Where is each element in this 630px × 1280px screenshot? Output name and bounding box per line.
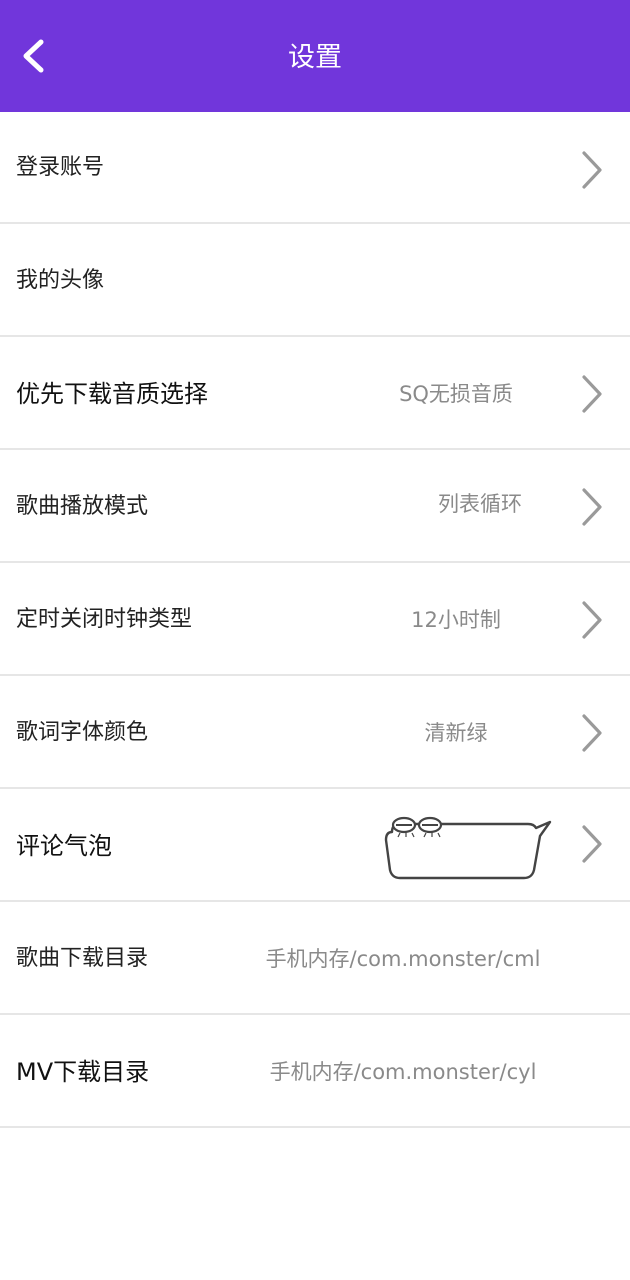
row-label: 登录账号 xyxy=(16,155,105,180)
settings-row-lyric-color[interactable]: 歌词字体颜色 清新绿 xyxy=(0,677,630,789)
page-title: 设置 xyxy=(288,42,342,73)
chevron-right-icon xyxy=(582,488,602,526)
row-value: 12小时制 xyxy=(411,608,501,632)
title-bar: 设置 xyxy=(0,0,630,112)
settings-row-mv-dir[interactable]: MV下载目录 手机内存/com.monster/cyl xyxy=(0,1016,630,1128)
row-label: 我的头像 xyxy=(16,268,105,293)
settings-row-timer-clock[interactable]: 定时关闭时钟类型 12小时制 xyxy=(0,564,630,676)
row-value: 手机内存/com.monster/cml xyxy=(265,947,541,971)
chevron-right-icon xyxy=(582,375,602,413)
settings-row-login[interactable]: 登录账号 xyxy=(0,112,630,224)
row-value: 清新绿 xyxy=(424,721,488,745)
row-label: 歌曲播放模式 xyxy=(16,494,149,519)
row-label: 歌词字体颜色 xyxy=(16,720,149,745)
settings-row-play-mode[interactable]: 歌曲播放模式 列表循环 xyxy=(0,451,630,563)
chevron-right-icon xyxy=(582,151,602,189)
row-label: 优先下载音质选择 xyxy=(16,380,208,408)
settings-row-comment-bubble[interactable]: 评论气泡 xyxy=(0,790,630,902)
row-value: SQ无损音质 xyxy=(399,382,513,406)
settings-row-download-quality[interactable]: 优先下载音质选择 SQ无损音质 xyxy=(0,338,630,450)
row-label: 定时关闭时钟类型 xyxy=(16,607,193,632)
speech-bubble-icon xyxy=(384,816,552,880)
chevron-right-icon xyxy=(582,714,602,752)
settings-row-song-dir[interactable]: 歌曲下载目录 手机内存/com.monster/cml xyxy=(0,903,630,1015)
chevron-right-icon xyxy=(582,825,602,863)
row-label: MV下载目录 xyxy=(16,1058,150,1086)
settings-row-avatar[interactable]: 我的头像 xyxy=(0,225,630,337)
row-value: 手机内存/com.monster/cyl xyxy=(269,1060,537,1084)
row-label: 评论气泡 xyxy=(16,832,112,860)
row-label: 歌曲下载目录 xyxy=(16,946,149,971)
chevron-right-icon xyxy=(582,601,602,639)
row-value: 列表循环 xyxy=(438,492,522,516)
